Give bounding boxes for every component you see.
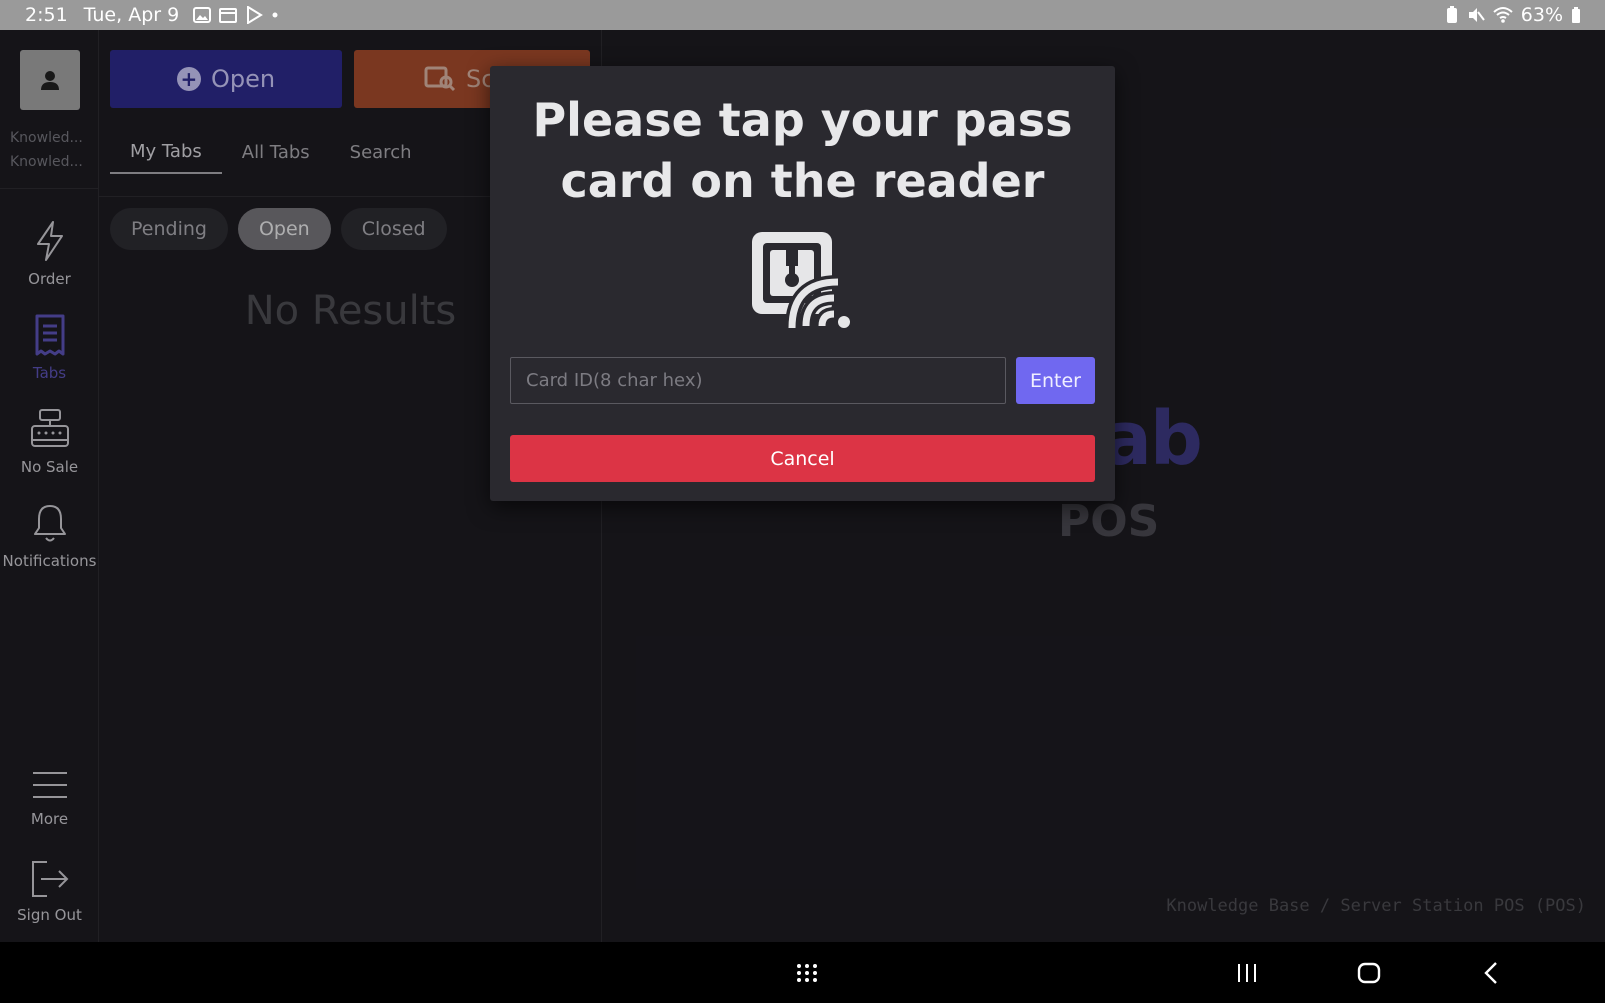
grid-dots-icon [797, 963, 817, 982]
status-time: 2:51 [25, 4, 68, 26]
play-store-icon [247, 6, 264, 24]
pass-card-dialog: Please tap your pass card on the reader … [490, 66, 1115, 501]
wifi-icon [1493, 7, 1513, 23]
recent-apps-button[interactable] [1222, 942, 1272, 1003]
status-bar: 2:51 Tue, Apr 9 63% [0, 0, 1605, 30]
home-button[interactable] [1344, 942, 1394, 1003]
enter-button[interactable]: Enter [1016, 357, 1095, 404]
back-button[interactable] [1466, 942, 1516, 1003]
battery-saver-icon [1446, 6, 1457, 23]
battery-icon [1572, 7, 1580, 23]
dialog-title: Please tap your pass card on the reader [532, 93, 1073, 208]
nfc-reader-icon [752, 232, 850, 329]
gallery-icon [193, 7, 212, 23]
app-drawer-button[interactable] [782, 942, 832, 1003]
notification-icons [193, 6, 279, 24]
battery-percent: 63% [1520, 4, 1563, 26]
system-nav-bar [0, 942, 1605, 1003]
screen: 2:51 Tue, Apr 9 63% Knowled... Knowled..… [0, 0, 1605, 1003]
status-date: Tue, Apr 9 [83, 4, 180, 26]
status-right: 63% [1445, 0, 1581, 30]
cancel-button[interactable]: Cancel [510, 435, 1095, 482]
mute-icon [1468, 8, 1485, 22]
card-id-input[interactable] [510, 357, 1006, 404]
calendar-icon [219, 8, 238, 23]
dot-icon [272, 12, 278, 18]
back-icon [1484, 961, 1497, 984]
recent-apps-icon [1238, 963, 1256, 982]
home-icon [1357, 962, 1381, 983]
